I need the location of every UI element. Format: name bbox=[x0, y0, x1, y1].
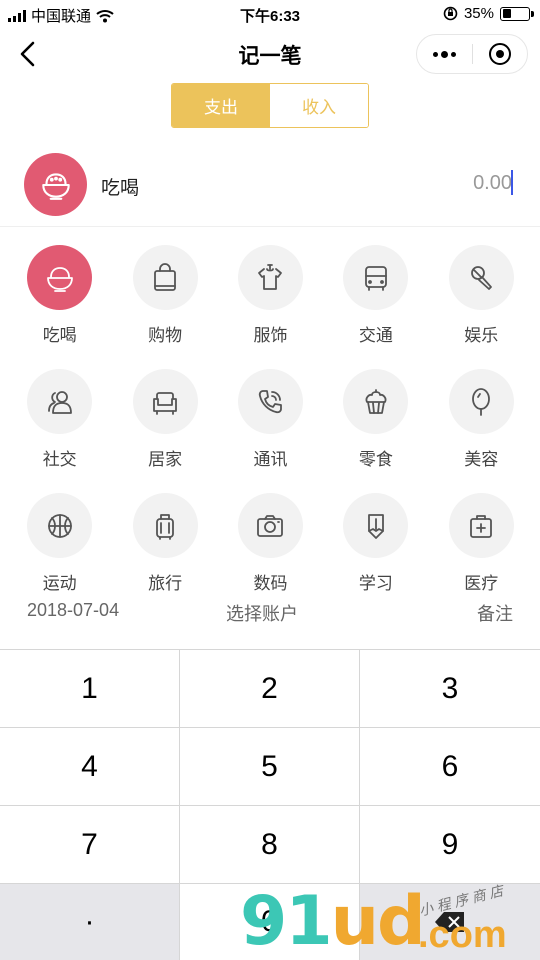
digit-key[interactable]: 2 bbox=[180, 650, 360, 728]
category-label: 交通 bbox=[358, 326, 393, 345]
backspace-icon bbox=[435, 912, 464, 932]
digit-key[interactable]: 8 bbox=[180, 806, 360, 884]
selected-bowl-icon bbox=[24, 153, 87, 216]
medical-kit-icon bbox=[448, 493, 514, 558]
mirror-icon bbox=[448, 369, 514, 434]
info-row: 2018-07-04 选择账户 备注 bbox=[0, 598, 540, 628]
category-label: 社交 bbox=[42, 450, 77, 469]
number-keypad: 1 2 3 4 5 6 7 8 9 · 0 bbox=[0, 649, 540, 960]
text-cursor bbox=[511, 170, 513, 195]
basketball-icon bbox=[27, 493, 93, 558]
category-item[interactable]: 居家 bbox=[112, 369, 217, 493]
luggage-icon bbox=[132, 493, 198, 558]
mini-program-capsule bbox=[416, 34, 528, 74]
shirt-icon bbox=[237, 245, 303, 310]
type-tabs: 支出 收入 bbox=[171, 83, 369, 128]
category-label: 娱乐 bbox=[464, 326, 499, 345]
digit-key[interactable]: 1 bbox=[0, 650, 180, 728]
category-item[interactable]: 购物 bbox=[112, 245, 217, 369]
microphone-icon bbox=[448, 245, 514, 310]
phone-icon bbox=[237, 369, 303, 434]
bus-icon bbox=[343, 245, 409, 310]
orientation-lock-icon bbox=[443, 6, 458, 21]
category-label: 居家 bbox=[148, 450, 183, 469]
bowl-icon bbox=[27, 245, 93, 310]
category-label: 服饰 bbox=[253, 326, 288, 345]
people-icon bbox=[27, 369, 93, 434]
digit-key[interactable]: 9 bbox=[360, 806, 540, 884]
more-dots-icon bbox=[432, 50, 456, 58]
category-item[interactable]: 娱乐 bbox=[429, 245, 534, 369]
camera-icon bbox=[237, 493, 303, 558]
digit-key[interactable]: 4 bbox=[0, 728, 180, 806]
account-selector[interactable]: 选择账户 bbox=[226, 600, 298, 626]
close-mini-program-button[interactable] bbox=[473, 35, 528, 73]
digit-key[interactable]: 0 bbox=[180, 884, 360, 960]
category-item[interactable]: 吃喝 bbox=[7, 245, 112, 369]
note-input[interactable]: 备注 bbox=[477, 600, 513, 626]
tab-expense[interactable]: 支出 bbox=[172, 84, 270, 127]
pencil-icon bbox=[343, 493, 409, 558]
battery-icon bbox=[500, 6, 534, 21]
amount-input[interactable]: 0.00 bbox=[473, 172, 512, 195]
shopping-bag-icon bbox=[132, 245, 198, 310]
digit-key[interactable]: 7 bbox=[0, 806, 180, 884]
nav-bar: 记一笔 bbox=[0, 28, 540, 80]
date-picker[interactable]: 2018-07-04 bbox=[27, 600, 119, 621]
category-item[interactable]: 社交 bbox=[7, 369, 112, 493]
category-grid: 吃喝 购物 服饰 交通 娱乐社交 居家 通讯 零食 美容运动 旅行 数码 学习 医疗 bbox=[7, 245, 534, 617]
category-label: 购物 bbox=[148, 326, 183, 345]
selected-category-row: 吃喝 0.00 bbox=[0, 143, 540, 227]
category-item[interactable]: 通讯 bbox=[218, 369, 323, 493]
selected-category-label: 吃喝 bbox=[101, 178, 140, 199]
status-right: 35% bbox=[443, 5, 534, 22]
category-item[interactable]: 交通 bbox=[323, 245, 428, 369]
category-item[interactable]: 零食 bbox=[323, 369, 428, 493]
category-label: 美容 bbox=[464, 450, 499, 469]
battery-percent: 35% bbox=[463, 5, 494, 22]
category-label: 学习 bbox=[358, 574, 393, 593]
sofa-icon bbox=[132, 369, 198, 434]
more-button[interactable] bbox=[417, 35, 472, 73]
category-label: 吃喝 bbox=[42, 326, 77, 345]
digit-key[interactable]: 5 bbox=[180, 728, 360, 806]
category-item[interactable]: 服饰 bbox=[218, 245, 323, 369]
category-label: 医疗 bbox=[464, 574, 499, 593]
tab-income[interactable]: 收入 bbox=[270, 84, 368, 127]
target-icon bbox=[488, 43, 511, 65]
dot-key[interactable]: · bbox=[0, 884, 180, 960]
status-bar: 中国联通 下午6:33 35% bbox=[0, 0, 540, 28]
delete-key[interactable] bbox=[360, 884, 540, 960]
category-label: 旅行 bbox=[148, 574, 183, 593]
category-label: 零食 bbox=[358, 450, 393, 469]
category-label: 数码 bbox=[253, 574, 288, 593]
category-item[interactable]: 美容 bbox=[429, 369, 534, 493]
cupcake-icon bbox=[343, 369, 409, 434]
digit-key[interactable]: 6 bbox=[360, 728, 540, 806]
category-label: 通讯 bbox=[253, 450, 288, 469]
category-label: 运动 bbox=[42, 574, 77, 593]
digit-key[interactable]: 3 bbox=[360, 650, 540, 728]
